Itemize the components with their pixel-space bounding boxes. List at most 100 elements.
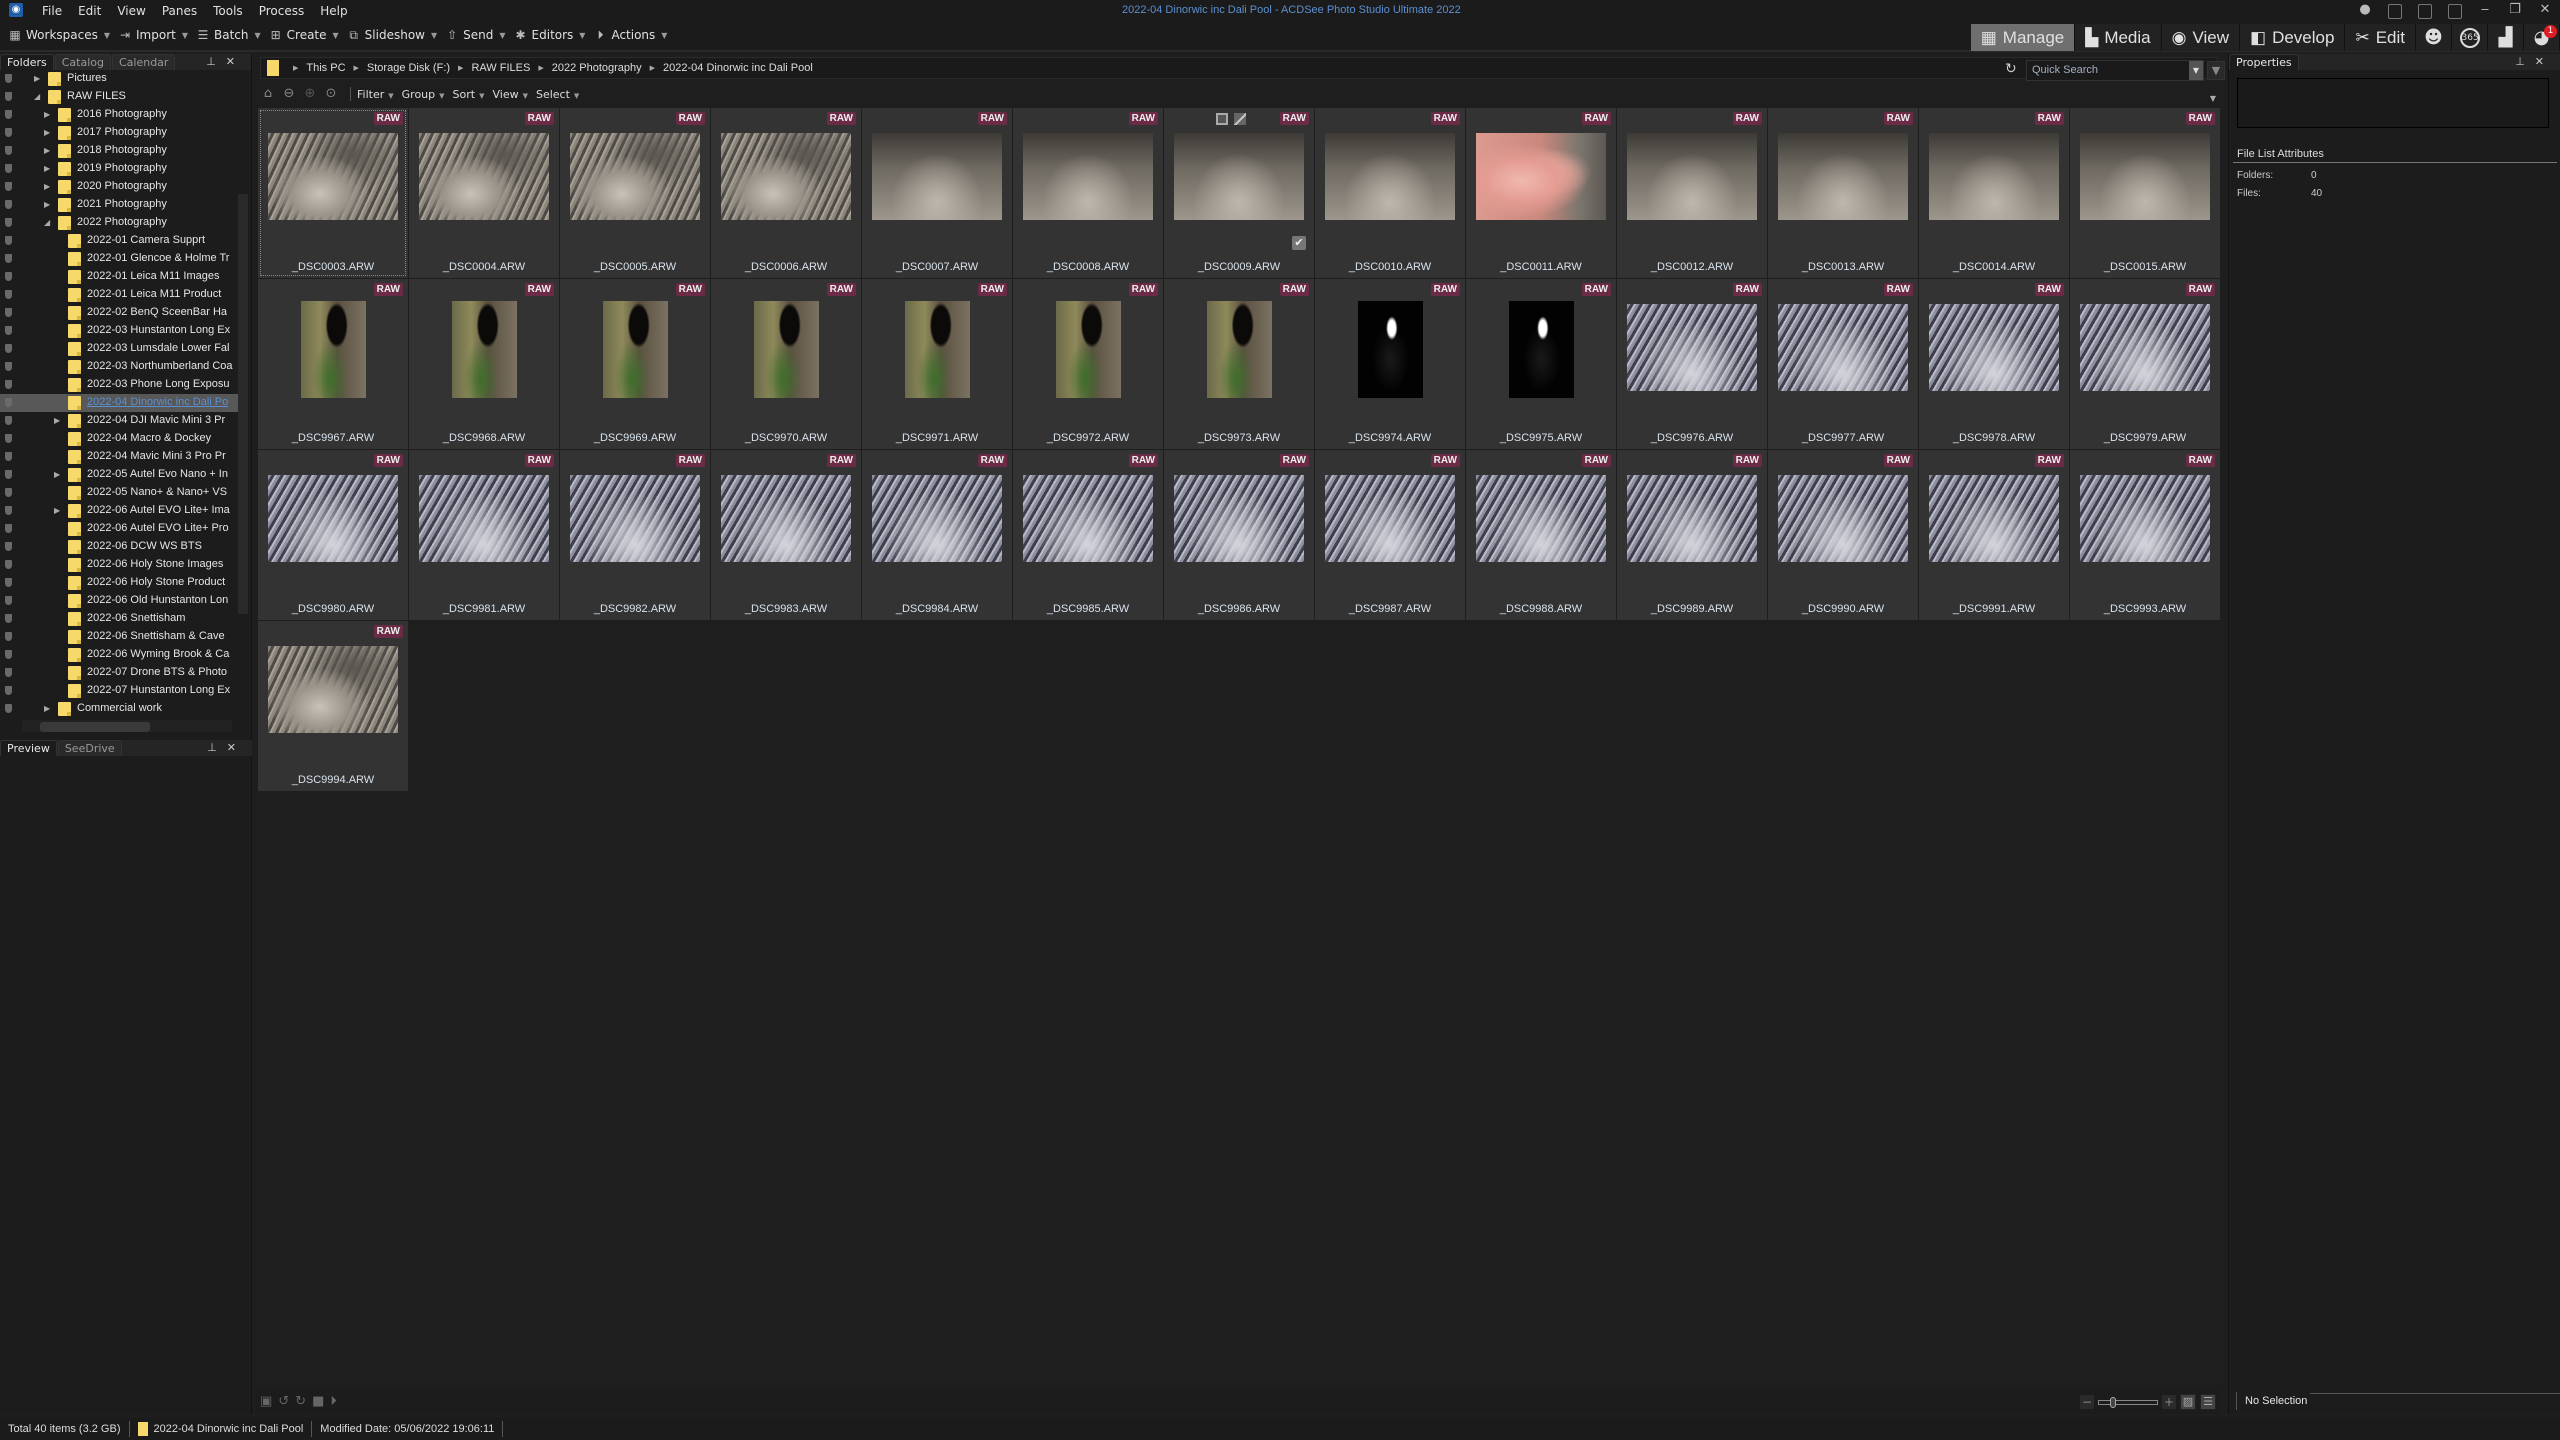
- shield-icon[interactable]: [5, 164, 12, 173]
- send-button[interactable]: ⇧ Send ▼: [445, 28, 505, 42]
- thumbnail-image[interactable]: [1023, 133, 1153, 220]
- expand-arrow-icon[interactable]: ◢: [44, 218, 50, 227]
- shield-icon[interactable]: [5, 290, 12, 299]
- breadcrumb-current-folder[interactable]: 2022-04 Dinorwic inc Dali Pool: [663, 62, 813, 74]
- zoom-out-button[interactable]: −: [2080, 1395, 2094, 1409]
- collapse-arrow-icon[interactable]: ▶: [54, 416, 60, 425]
- thumbnail-item[interactable]: RAW _DSC9982.ARW: [560, 450, 710, 620]
- thumbnail-image[interactable]: [419, 475, 549, 562]
- thumbnail-image[interactable]: [1778, 475, 1908, 562]
- tree-horizontal-scroll-thumb[interactable]: [40, 722, 150, 732]
- folder-tree-item[interactable]: 2022-01 Camera Supprt: [0, 232, 240, 250]
- select-checkmark-icon[interactable]: ✔: [1292, 236, 1306, 250]
- thumbnail-image[interactable]: [419, 133, 549, 220]
- folder-tree-item[interactable]: ▶ 2022-06 Autel EVO Lite+ Ima: [0, 502, 240, 520]
- shield-icon[interactable]: [5, 416, 12, 425]
- collapse-arrow-icon[interactable]: ▶: [44, 182, 50, 191]
- thumbnail-image[interactable]: [1929, 304, 2059, 391]
- thumbnail-image[interactable]: [268, 646, 398, 733]
- layout-left-pane-icon[interactable]: [2388, 3, 2402, 19]
- folder-tree-item[interactable]: ▶ Commercial work: [0, 700, 240, 718]
- shield-icon[interactable]: [5, 542, 12, 551]
- select-menu[interactable]: Select ▼: [536, 88, 579, 101]
- dashboard-icon[interactable]: ▟: [2488, 24, 2524, 51]
- folder-tree-item[interactable]: 2022-03 Northumberland Coa: [0, 358, 240, 376]
- slideshow-button[interactable]: ⧉ Slideshow ▼: [347, 28, 437, 42]
- restore-button[interactable]: ❐: [2500, 0, 2530, 22]
- tab-catalog[interactable]: Catalog: [54, 54, 111, 70]
- tree-vertical-scroll-thumb[interactable]: [238, 194, 248, 614]
- thumbnail-item[interactable]: RAW _DSC9971.ARW: [862, 279, 1012, 449]
- thumbnail-item[interactable]: RAW _DSC0012.ARW: [1617, 108, 1767, 278]
- thumbnail-image[interactable]: [1358, 301, 1423, 398]
- shield-icon[interactable]: [5, 704, 12, 713]
- thumbnail-image[interactable]: [603, 301, 668, 398]
- tab-seedrive[interactable]: SeeDrive: [57, 740, 122, 756]
- pin-icon[interactable]: ⊥: [206, 55, 226, 68]
- shield-icon[interactable]: [5, 92, 12, 101]
- thumbnail-item[interactable]: RAW _DSC9977.ARW: [1768, 279, 1918, 449]
- actions-button[interactable]: ⏵ Actions ▼: [593, 28, 667, 42]
- collapse-arrow-icon[interactable]: ▶: [44, 146, 50, 155]
- tab-properties[interactable]: Properties: [2229, 54, 2299, 70]
- mode-manage[interactable]: ▦ Manage: [1970, 24, 2076, 51]
- breadcrumb-2022-photography[interactable]: 2022 Photography: [552, 62, 642, 74]
- thumbnail-item[interactable]: RAW _DSC0013.ARW: [1768, 108, 1918, 278]
- thumbnail-item[interactable]: RAW _DSC0004.ARW: [409, 108, 559, 278]
- shield-icon[interactable]: [5, 200, 12, 209]
- shield-icon[interactable]: [5, 686, 12, 695]
- folder-tree-item[interactable]: 2022-02 BenQ SceenBar Ha: [0, 304, 240, 322]
- thumbnail-item[interactable]: RAW _DSC0007.ARW: [862, 108, 1012, 278]
- folder-tree-item[interactable]: 2022-06 Wyming Brook & Ca: [0, 646, 240, 664]
- thumbnail-image[interactable]: [1174, 475, 1304, 562]
- thumbnail-item[interactable]: RAW _DSC9975.ARW: [1466, 279, 1616, 449]
- quick-search-input[interactable]: Quick Search ▼: [2026, 60, 2204, 81]
- create-button[interactable]: ⊞ Create ▼: [269, 28, 339, 42]
- folder-tree-item[interactable]: ▶ 2022-04 DJI Mavic Mini 3 Pr: [0, 412, 240, 430]
- collapse-arrow-icon[interactable]: ▶: [54, 470, 60, 479]
- folder-tree-item[interactable]: 2022-01 Leica M11 Product: [0, 286, 240, 304]
- thumbnail-image[interactable]: [570, 475, 700, 562]
- thumbnail-item[interactable]: RAW _DSC0011.ARW: [1466, 108, 1616, 278]
- menu-edit[interactable]: Edit: [70, 3, 109, 19]
- thumbnail-item[interactable]: RAW _DSC9979.ARW: [2070, 279, 2220, 449]
- editors-button[interactable]: ✱ Editors ▼: [514, 28, 586, 42]
- thumbnail-size-slider[interactable]: [2098, 1396, 2158, 1408]
- pin-icon[interactable]: ⊥: [207, 741, 227, 754]
- folder-tree-item[interactable]: 2022-07 Drone BTS & Photo: [0, 664, 240, 682]
- tab-folders[interactable]: Folders: [0, 54, 54, 70]
- thumbnail-item[interactable]: RAW _DSC9981.ARW: [409, 450, 559, 620]
- folder-tree-item[interactable]: ▶ 2016 Photography: [0, 106, 240, 124]
- thumbnail-item[interactable]: RAW _DSC9988.ARW: [1466, 450, 1616, 620]
- collapse-arrow-icon[interactable]: ▶: [44, 704, 50, 713]
- folder-tree-item[interactable]: 2022-04 Mavic Mini 3 Pro Pr: [0, 448, 240, 466]
- thumbnail-image[interactable]: [872, 133, 1002, 220]
- thumbnail-image[interactable]: [301, 301, 366, 398]
- breadcrumb-storage-disk[interactable]: Storage Disk (F:): [367, 62, 450, 74]
- chevron-right-icon[interactable]: ▶: [650, 64, 655, 72]
- mode-media[interactable]: ▙ Media: [2075, 24, 2162, 51]
- thumbnail-item[interactable]: RAW _DSC9990.ARW: [1768, 450, 1918, 620]
- thumbnail-item[interactable]: RAW _DSC9974.ARW: [1315, 279, 1465, 449]
- thumbnail-item[interactable]: RAW _DSC9987.ARW: [1315, 450, 1465, 620]
- group-menu[interactable]: Group ▼: [402, 88, 445, 101]
- shield-icon[interactable]: [5, 308, 12, 317]
- thumbnail-item[interactable]: RAW _DSC9994.ARW: [258, 621, 408, 791]
- mode-develop[interactable]: ◧ Develop: [2240, 24, 2346, 51]
- thumbnail-image[interactable]: [268, 133, 398, 220]
- thumbnail-item[interactable]: RAW _DSC9993.ARW: [2070, 450, 2220, 620]
- menu-panes[interactable]: Panes: [154, 3, 205, 19]
- folder-tree-item[interactable]: 2022-06 Old Hunstanton Lon: [0, 592, 240, 610]
- thumbnail-image[interactable]: [1778, 133, 1908, 220]
- thumbnail-item[interactable]: RAW _DSC9984.ARW: [862, 450, 1012, 620]
- chevron-right-icon[interactable]: ▶: [458, 64, 463, 72]
- shield-icon[interactable]: [5, 614, 12, 623]
- folder-tree-item[interactable]: 2022-06 Holy Stone Images: [0, 556, 240, 574]
- folder-tree-item[interactable]: 2022-03 Lumsdale Lower Fal: [0, 340, 240, 358]
- collapse-arrow-icon[interactable]: ▶: [44, 110, 50, 119]
- shield-icon[interactable]: [5, 128, 12, 137]
- refresh-icon[interactable]: ↻: [2005, 61, 2017, 77]
- folder-tree-item[interactable]: 2022-01 Glencoe & Holme Tr: [0, 250, 240, 268]
- shield-icon[interactable]: [5, 344, 12, 353]
- thumbnail-item[interactable]: RAW _DSC9968.ARW: [409, 279, 559, 449]
